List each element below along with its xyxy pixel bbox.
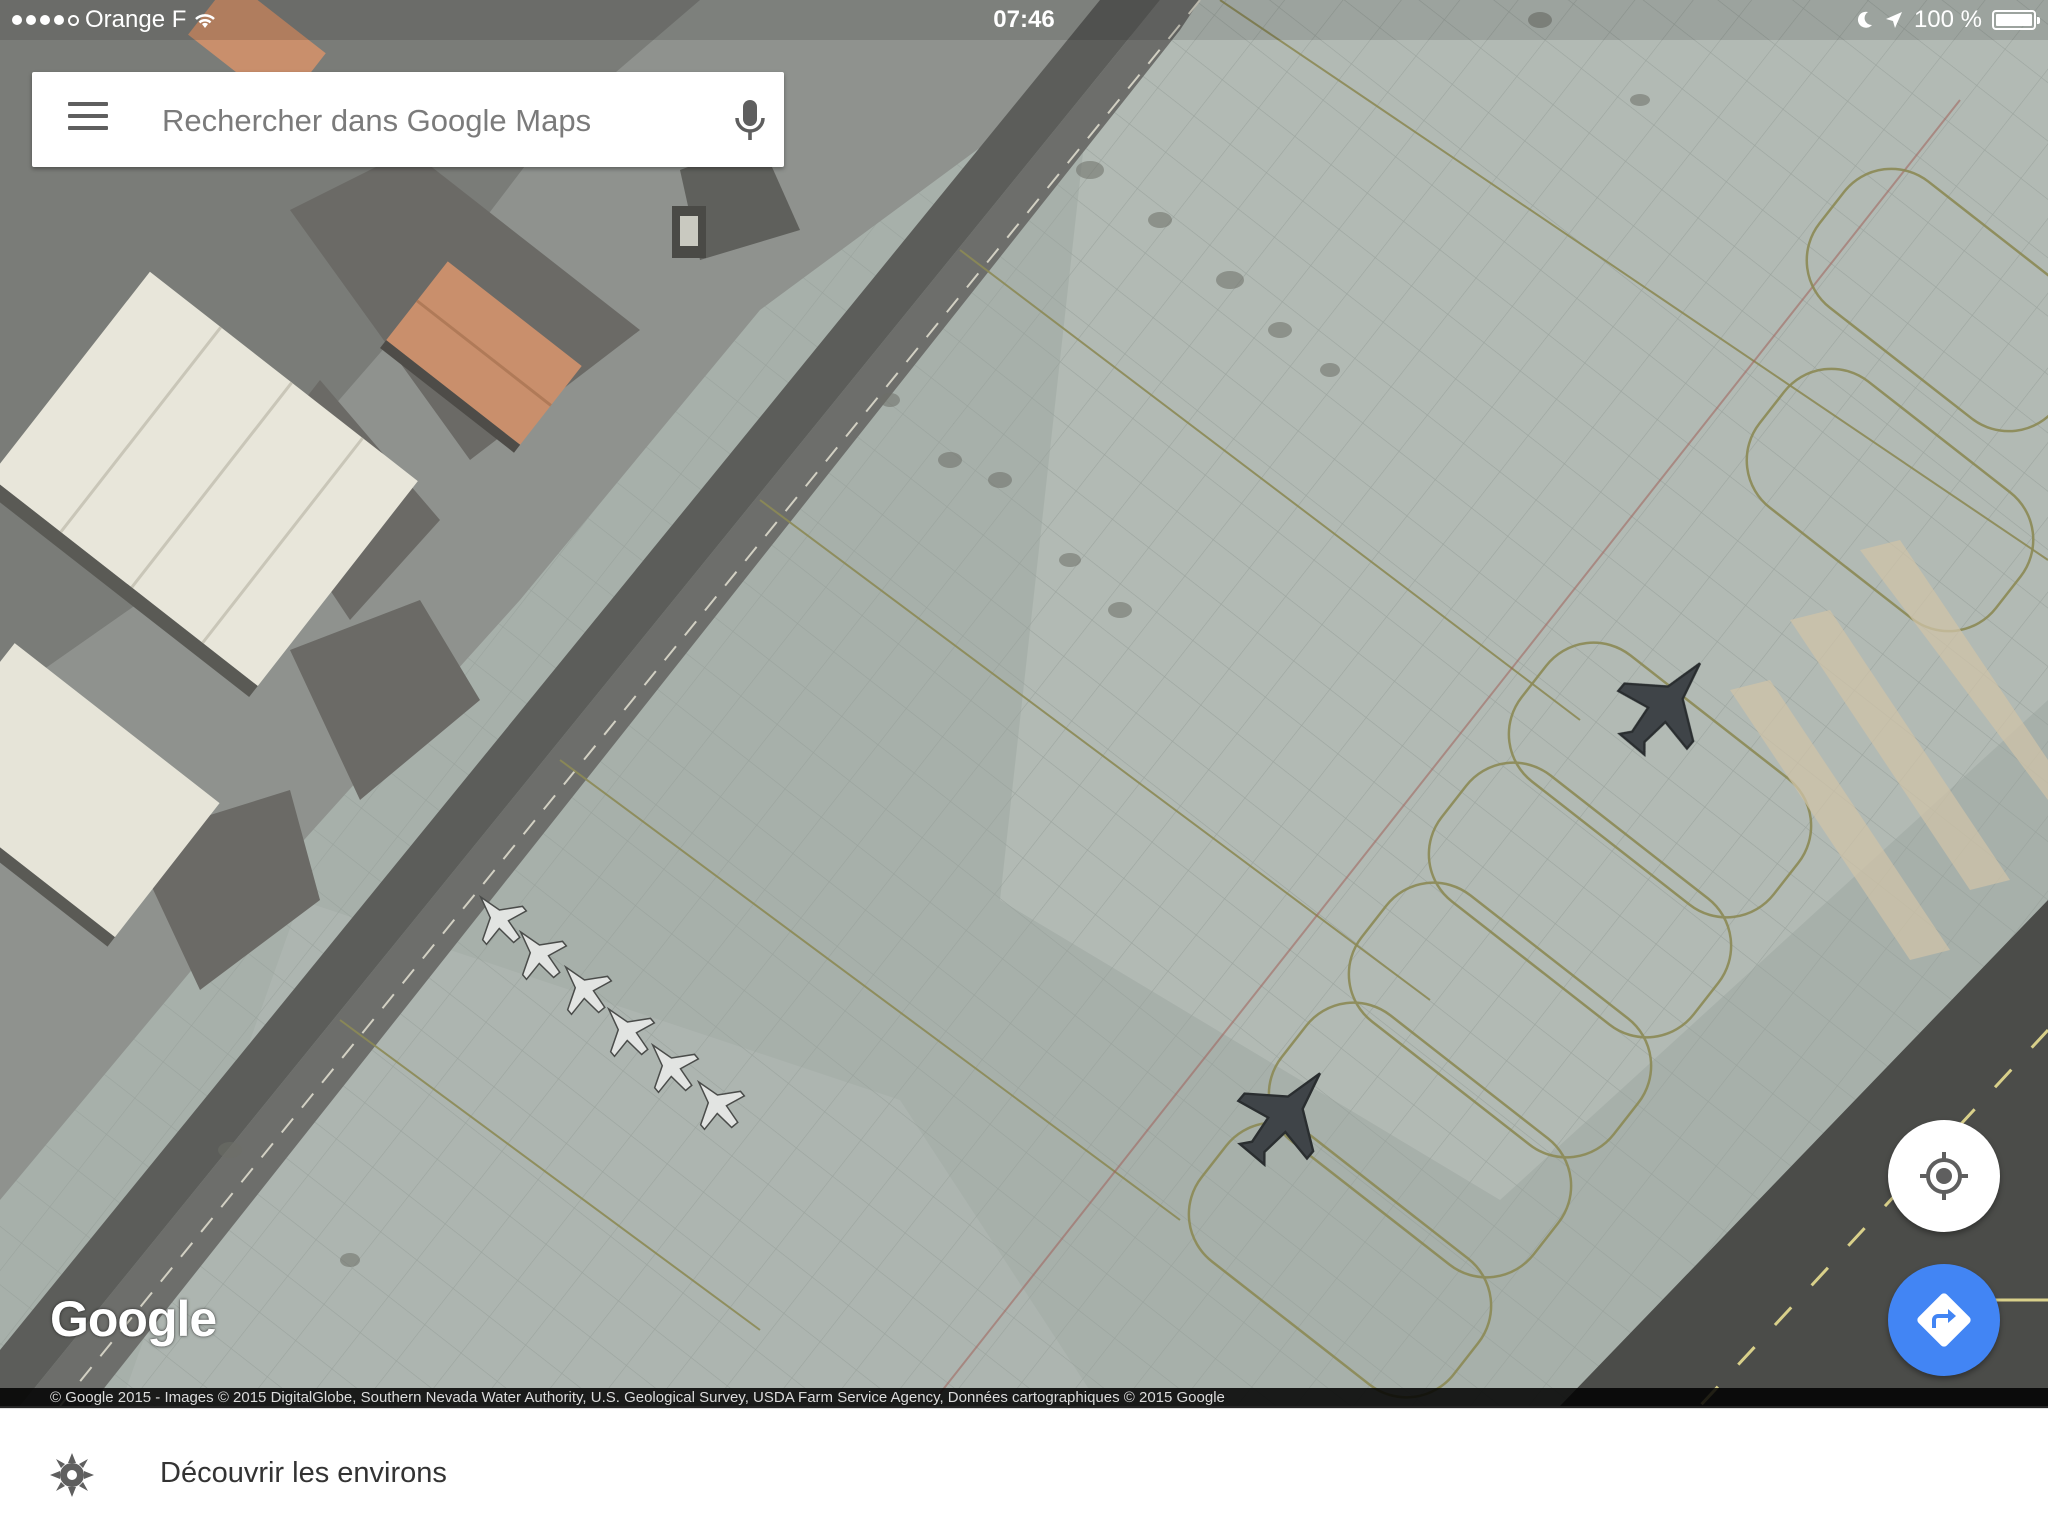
explore-nearby-label: Découvrir les environs <box>160 1457 447 1489</box>
battery-percent: 100 % <box>1913 6 1982 33</box>
my-location-crosshair-icon <box>1920 1152 1968 1200</box>
hamburger-menu-icon[interactable] <box>68 102 108 138</box>
explore-nearby-bar[interactable]: Découvrir les environs <box>0 1408 2048 1537</box>
directions-arrow-icon <box>1917 1293 1971 1347</box>
attribution-text: © Google 2015 - Images © 2015 DigitalGlo… <box>50 1389 1225 1406</box>
status-time: 07:46 <box>993 6 1055 33</box>
do-not-disturb-moon-icon <box>1857 11 1872 28</box>
status-right: 100 % <box>1856 6 2040 34</box>
search-bar <box>32 72 784 167</box>
microphone-icon[interactable] <box>732 98 768 144</box>
search-input[interactable] <box>160 92 704 150</box>
explore-gear-icon <box>50 1453 94 1497</box>
google-logo: Google <box>50 1291 217 1347</box>
battery-icon <box>1992 10 2040 30</box>
status-bar: Orange F 07:46 100 % <box>0 0 2048 40</box>
satellite-imagery <box>0 0 2048 1406</box>
map-attribution: © Google 2015 - Images © 2015 DigitalGlo… <box>0 1388 2048 1408</box>
location-arrow-icon <box>1885 12 1902 28</box>
my-location-button[interactable] <box>1888 1120 2000 1232</box>
directions-button[interactable] <box>1888 1264 2000 1376</box>
satellite-map[interactable] <box>0 0 2048 1406</box>
